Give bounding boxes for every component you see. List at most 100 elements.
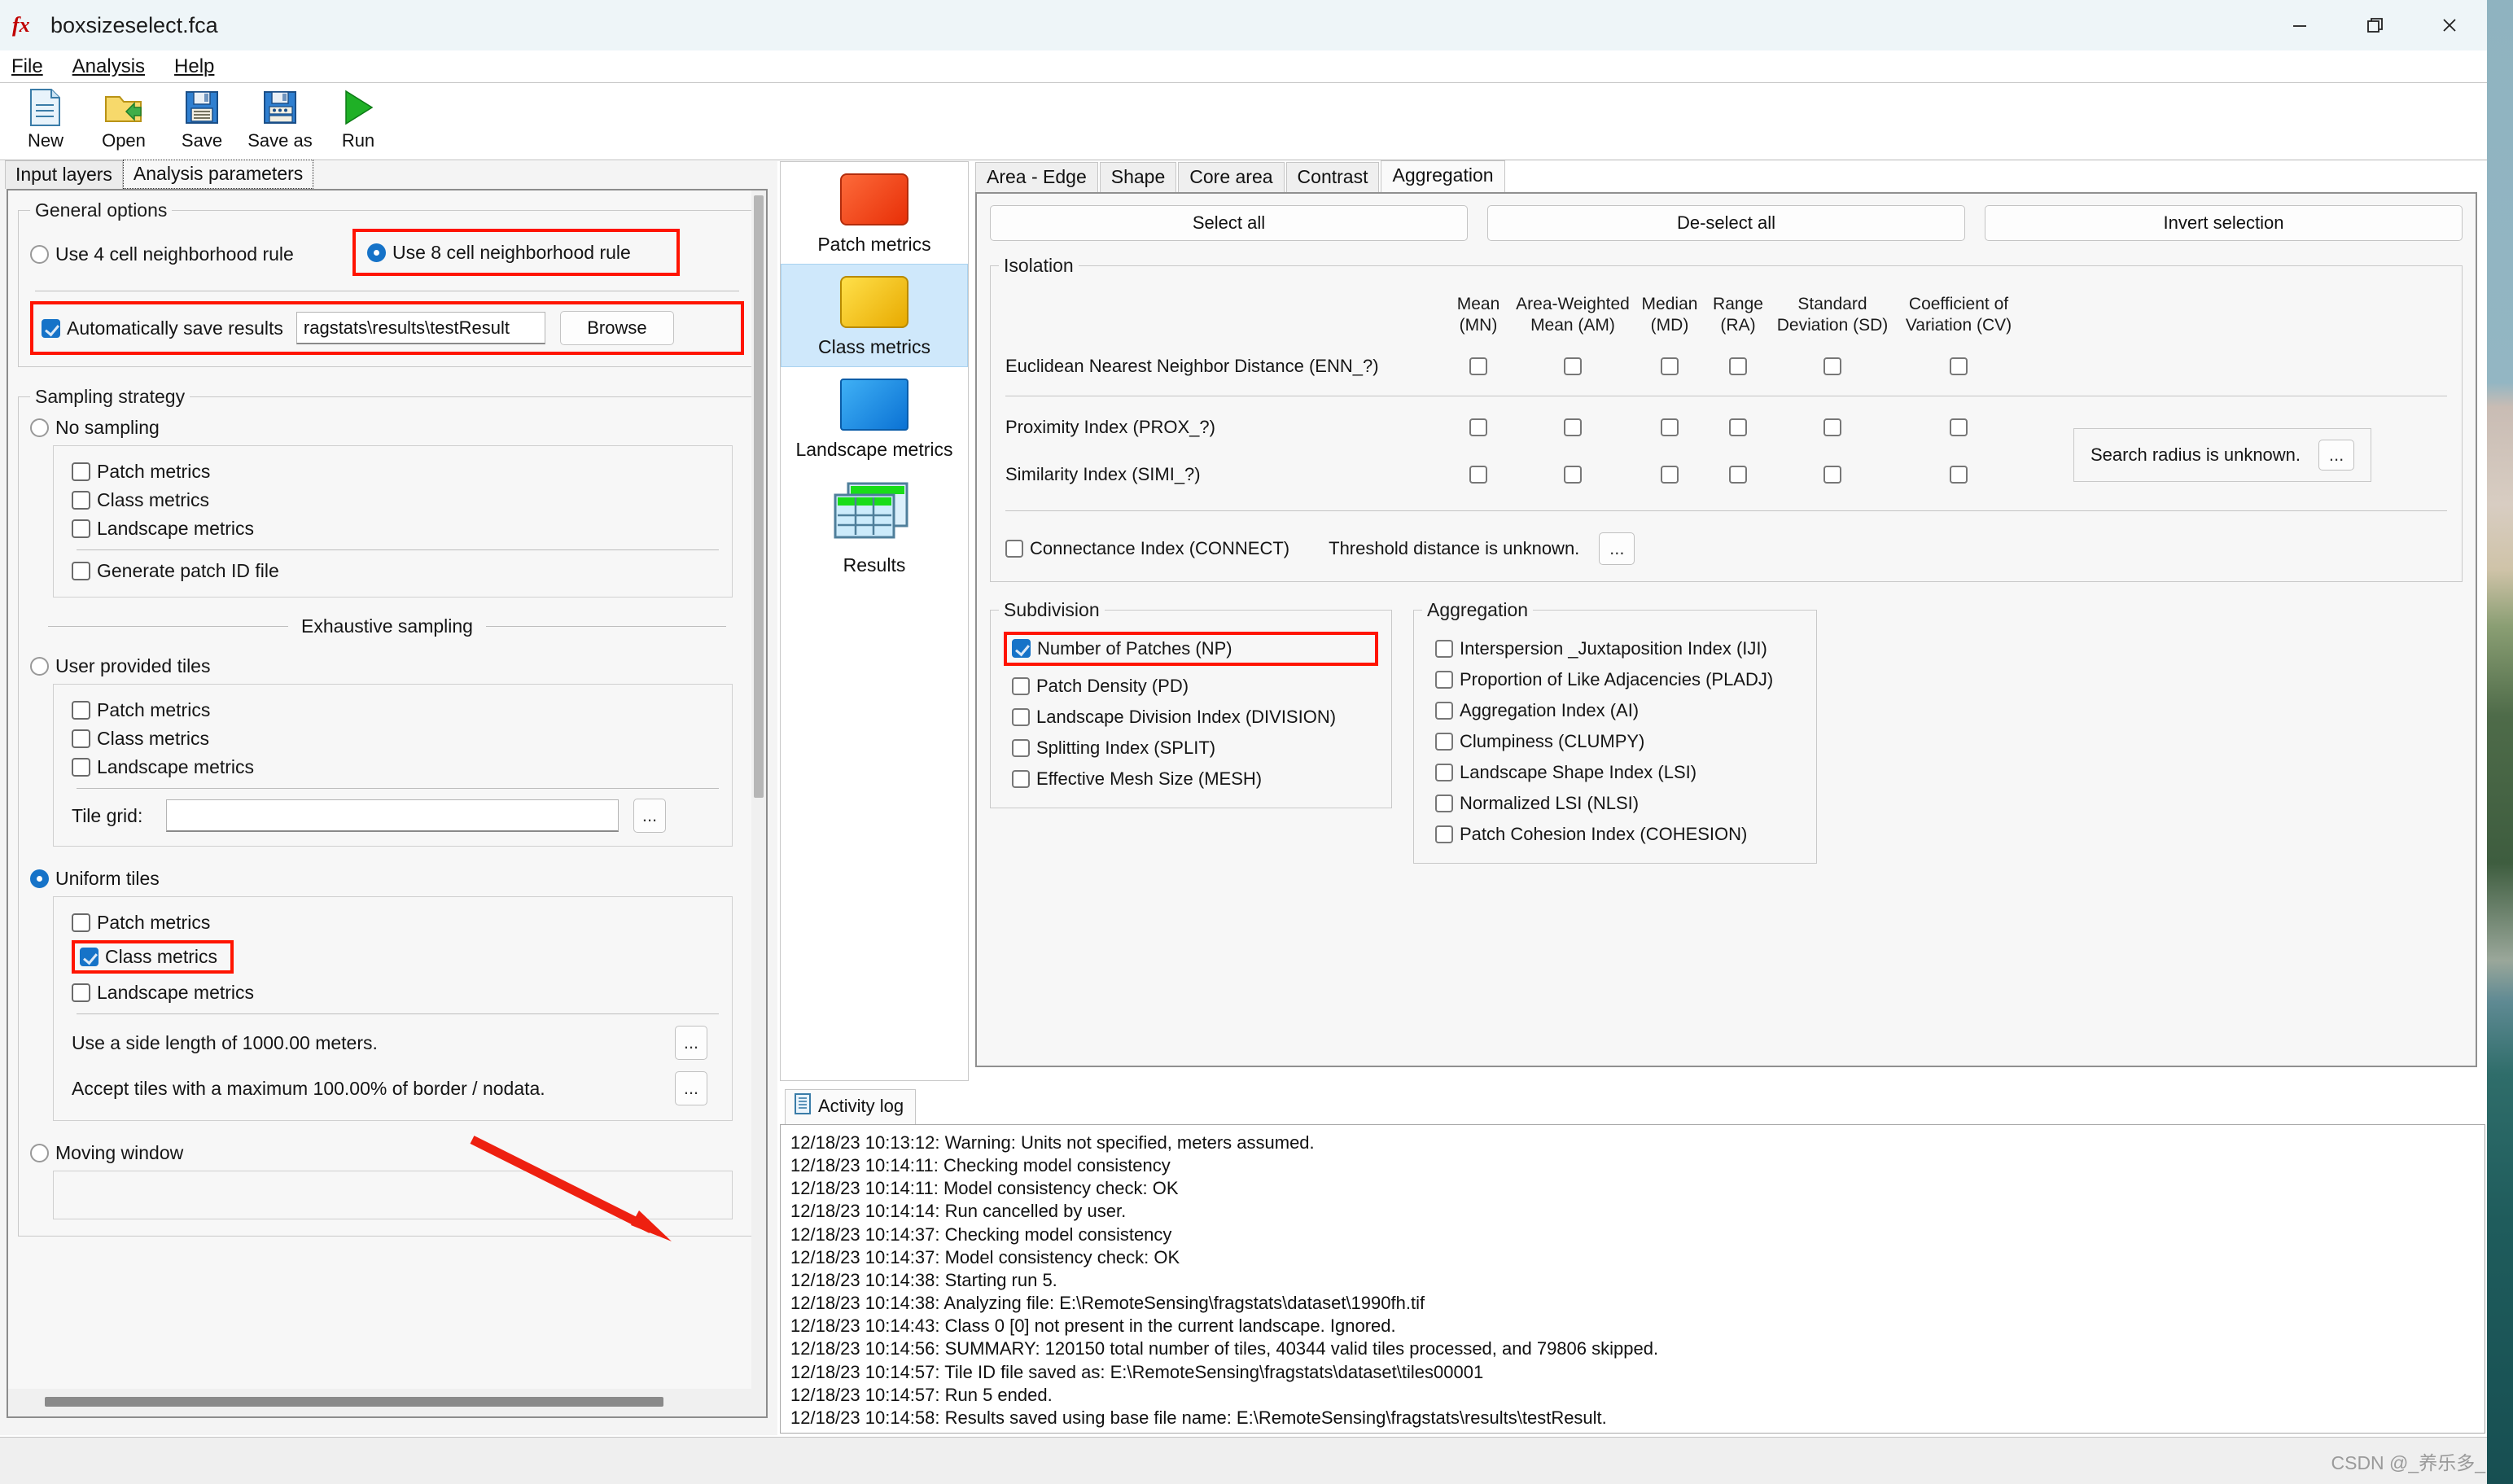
row-patch-density[interactable]: Patch Density (PD) xyxy=(1012,676,1378,697)
radio-user-provided-tiles[interactable] xyxy=(30,657,49,676)
checkbox-simi-am[interactable] xyxy=(1564,466,1582,484)
checkbox-proportion-of-like-adjacencies[interactable] xyxy=(1435,671,1453,689)
checkbox-row-nosampling-patch[interactable]: Patch metrics xyxy=(72,461,724,483)
tab-core-area[interactable]: Core area xyxy=(1178,162,1284,192)
option-no-sampling[interactable]: No sampling xyxy=(30,417,744,439)
search-radius-edit-button[interactable]: ... xyxy=(2318,440,2354,471)
left-horizontal-scrollbar[interactable] xyxy=(8,1389,766,1416)
radio-uniform-tiles[interactable] xyxy=(30,869,49,888)
save-as-button[interactable]: Save as xyxy=(241,83,319,158)
radio-moving-window[interactable] xyxy=(30,1144,49,1162)
checkbox-auto-save-results[interactable] xyxy=(42,319,60,338)
border-nodata-edit-button[interactable]: ... xyxy=(675,1071,707,1105)
checkbox-row-nosampling-class[interactable]: Class metrics xyxy=(72,489,724,511)
checkbox-prox-am[interactable] xyxy=(1564,418,1582,436)
close-button[interactable] xyxy=(2412,0,2487,50)
checkbox-enn-am[interactable] xyxy=(1564,357,1582,375)
radio-8-cell-neighborhood[interactable] xyxy=(367,243,386,262)
row-cohesion[interactable]: Patch Cohesion Index (COHESION) xyxy=(1435,824,1803,845)
checkbox-enn-md[interactable] xyxy=(1661,357,1679,375)
checkbox-simi-cv[interactable] xyxy=(1950,466,1968,484)
menu-analysis[interactable]: Analysis xyxy=(72,55,145,78)
checkbox-interspersion-juxtaposition-index[interactable] xyxy=(1435,640,1453,658)
checkbox-landscape-shape-index[interactable] xyxy=(1435,764,1453,781)
checkbox-ut-patch-metrics[interactable] xyxy=(72,913,90,932)
row-lsi[interactable]: Landscape Shape Index (LSI) xyxy=(1435,762,1803,783)
run-button[interactable]: Run xyxy=(319,83,397,158)
checkbox-upt-class-metrics[interactable] xyxy=(72,729,90,748)
checkbox-row-upt-landscape[interactable]: Landscape metrics xyxy=(72,756,724,778)
checkbox-simi-ra[interactable] xyxy=(1729,466,1747,484)
row-ai[interactable]: Aggregation Index (AI) xyxy=(1435,700,1803,721)
tab-input-layers[interactable]: Input layers xyxy=(5,160,123,189)
save-path-input[interactable]: ragstats\results\testResult xyxy=(296,312,545,344)
tile-grid-browse-button[interactable]: ... xyxy=(633,799,666,833)
checkbox-prox-md[interactable] xyxy=(1661,418,1679,436)
row-nlsi[interactable]: Normalized LSI (NLSI) xyxy=(1435,793,1803,814)
checkbox-enn-mn[interactable] xyxy=(1469,357,1487,375)
checkbox-connectance-index[interactable] xyxy=(1005,540,1023,558)
menu-file[interactable]: File xyxy=(11,55,43,78)
checkbox-upt-landscape-metrics[interactable] xyxy=(72,758,90,777)
checkbox-generate-patch-id-file[interactable] xyxy=(72,562,90,580)
tab-contrast[interactable]: Contrast xyxy=(1286,162,1380,192)
checkbox-simi-md[interactable] xyxy=(1661,466,1679,484)
tab-shape[interactable]: Shape xyxy=(1100,162,1177,192)
left-vertical-scrollbar[interactable] xyxy=(751,190,766,1416)
checkbox-nosampling-landscape-metrics[interactable] xyxy=(72,519,90,538)
checkbox-row-ut-patch[interactable]: Patch metrics xyxy=(72,912,724,934)
checkbox-ut-class-metrics[interactable] xyxy=(80,948,99,966)
row-landscape-division-index[interactable]: Landscape Division Index (DIVISION) xyxy=(1012,707,1378,728)
checkbox-landscape-division-index[interactable] xyxy=(1012,708,1030,726)
checkbox-number-of-patches[interactable] xyxy=(1012,639,1031,658)
checkbox-nosampling-class-metrics[interactable] xyxy=(72,491,90,510)
open-button[interactable]: Open xyxy=(85,83,163,158)
metric-level-landscape[interactable]: Landscape metrics xyxy=(781,367,968,469)
row-clumpy[interactable]: Clumpiness (CLUMPY) xyxy=(1435,731,1803,752)
tile-grid-input[interactable] xyxy=(166,799,619,832)
checkbox-effective-mesh-size[interactable] xyxy=(1012,770,1030,788)
tab-analysis-parameters[interactable]: Analysis parameters xyxy=(123,160,313,189)
checkbox-row-upt-patch[interactable]: Patch metrics xyxy=(72,699,724,721)
left-horizontal-scroll-thumb[interactable] xyxy=(45,1397,663,1407)
checkbox-aggregation-index[interactable] xyxy=(1435,702,1453,720)
checkbox-ut-landscape-metrics[interactable] xyxy=(72,983,90,1002)
checkbox-enn-sd[interactable] xyxy=(1823,357,1841,375)
option-moving-window[interactable]: Moving window xyxy=(30,1142,744,1164)
save-button[interactable]: Save xyxy=(163,83,241,158)
minimize-button[interactable] xyxy=(2262,0,2337,50)
threshold-distance-edit-button[interactable]: ... xyxy=(1599,532,1635,565)
checkbox-clumpiness[interactable] xyxy=(1435,733,1453,751)
activity-log-output[interactable]: 12/18/23 10:13:12: Warning: Units not sp… xyxy=(780,1124,2485,1434)
checkbox-row-upt-class[interactable]: Class metrics xyxy=(72,728,724,750)
side-length-edit-button[interactable]: ... xyxy=(675,1026,707,1060)
left-vertical-scroll-thumb[interactable] xyxy=(754,195,764,798)
checkbox-patch-density[interactable] xyxy=(1012,677,1030,695)
de-select-all-button[interactable]: De-select all xyxy=(1487,205,1965,241)
metric-level-class[interactable]: Class metrics xyxy=(781,264,968,367)
checkbox-prox-cv[interactable] xyxy=(1950,418,1968,436)
checkbox-simi-sd[interactable] xyxy=(1823,466,1841,484)
tab-aggregation[interactable]: Aggregation xyxy=(1381,160,1504,193)
checkbox-row-nosampling-landscape[interactable]: Landscape metrics xyxy=(72,518,724,540)
checkbox-row-generate-patch-id[interactable]: Generate patch ID file xyxy=(72,560,724,582)
option-uniform-tiles[interactable]: Uniform tiles xyxy=(30,868,744,890)
row-pladj[interactable]: Proportion of Like Adjacencies (PLADJ) xyxy=(1435,669,1803,690)
checkbox-row-ut-landscape[interactable]: Landscape metrics xyxy=(72,982,724,1004)
checkbox-prox-mn[interactable] xyxy=(1469,418,1487,436)
checkbox-splitting-index[interactable] xyxy=(1012,739,1030,757)
checkbox-patch-cohesion-index[interactable] xyxy=(1435,825,1453,843)
invert-selection-button[interactable]: Invert selection xyxy=(1985,205,2463,241)
option-user-provided-tiles[interactable]: User provided tiles xyxy=(30,655,744,677)
checkbox-prox-ra[interactable] xyxy=(1729,418,1747,436)
new-button[interactable]: New xyxy=(7,83,85,158)
tab-activity-log[interactable]: Activity log xyxy=(785,1089,916,1124)
checkbox-enn-cv[interactable] xyxy=(1950,357,1968,375)
row-splitting-index[interactable]: Splitting Index (SPLIT) xyxy=(1012,738,1378,759)
browse-button[interactable]: Browse xyxy=(560,311,674,345)
checkbox-nosampling-patch-metrics[interactable] xyxy=(72,462,90,481)
select-all-button[interactable]: Select all xyxy=(990,205,1468,241)
checkbox-prox-sd[interactable] xyxy=(1823,418,1841,436)
metric-level-patch[interactable]: Patch metrics xyxy=(781,162,968,264)
maximize-restore-button[interactable] xyxy=(2337,0,2412,50)
